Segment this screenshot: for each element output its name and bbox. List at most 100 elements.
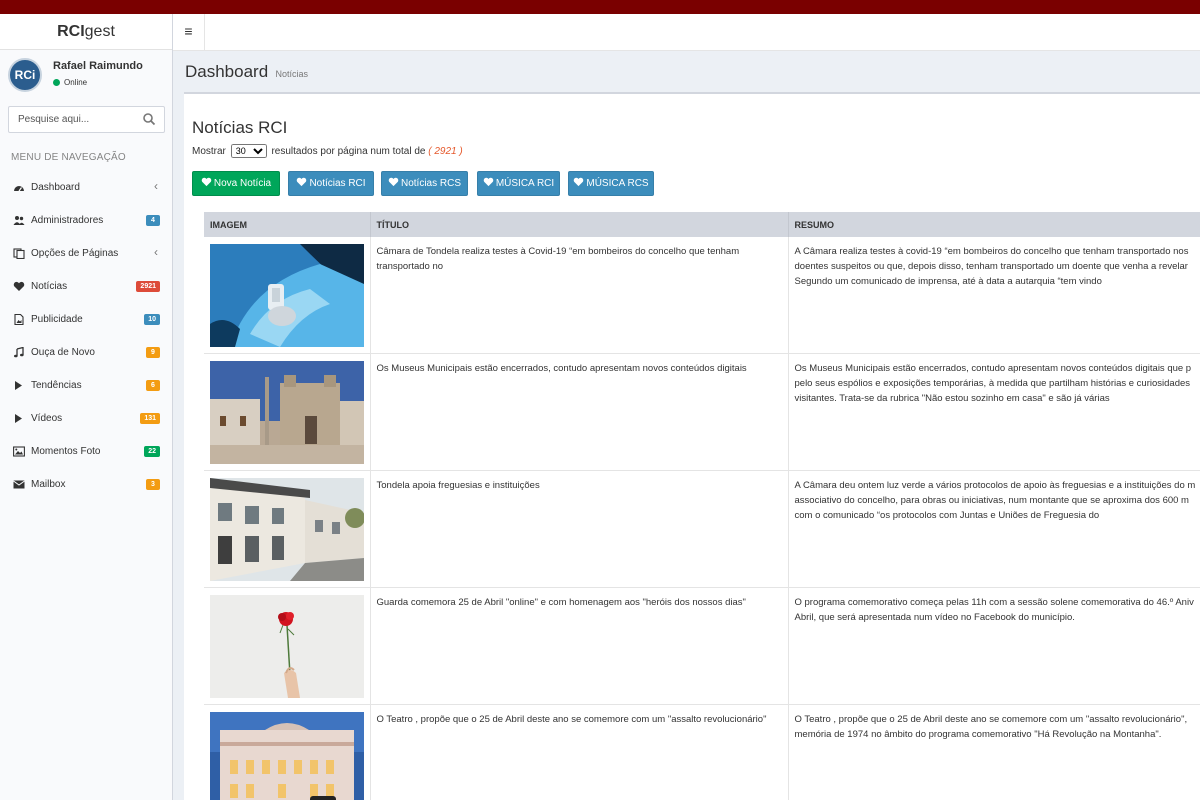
news-thumbnail[interactable] <box>210 244 364 347</box>
summary-line: O Teatro , propõe que o 25 de Abril dest… <box>794 714 1188 725</box>
count-badge: 6 <box>146 380 160 391</box>
musica-rcs-button[interactable]: MÚSICA RCS <box>568 171 654 196</box>
summary-line: Os Museus Municipais estão encerrados, c… <box>794 363 1192 374</box>
column-header-image[interactable]: IMAGEM <box>204 212 371 237</box>
count-badge: 131 <box>140 413 160 424</box>
sidebar-item-tendencias[interactable]: Tendências 6 <box>0 369 172 402</box>
chevron-left-icon: ‹ <box>154 245 158 259</box>
box-title: Notícias RCI <box>192 118 288 137</box>
sidebar-item-ouca-de-novo[interactable]: Ouça de Novo 9 <box>0 336 172 369</box>
sidebar-item-label: Dashboard <box>31 182 80 193</box>
search-icon[interactable] <box>142 112 156 126</box>
count-badge: 10 <box>144 314 160 325</box>
users-icon <box>13 215 25 226</box>
news-title[interactable]: Os Museus Municipais estão encerrados, c… <box>377 363 747 374</box>
sidebar-item-momentos-foto[interactable]: Momentos Foto 22 <box>0 435 172 468</box>
table-row[interactable]: Guarda comemora 25 de Abril "online" e c… <box>204 587 1200 705</box>
chevron-left-icon: ‹ <box>154 179 158 193</box>
title-cell[interactable]: Os Museus Municipais estão encerrados, c… <box>370 353 789 471</box>
dashboard-icon <box>13 182 25 193</box>
summary-line: com o comunicado “os protocolos com Junt… <box>794 510 1100 521</box>
summary-line: A Câmara realiza testes à covid-19 “em b… <box>794 246 1189 257</box>
per-page-select[interactable]: 30 <box>230 144 267 158</box>
table-row[interactable]: O Teatro , propõe que o 25 de Abril dest… <box>204 704 1200 800</box>
summary-line: memória de 1974 no âmbito do programa co… <box>794 729 1162 740</box>
search-input[interactable] <box>9 107 137 132</box>
play-icon <box>13 413 25 424</box>
title-cell[interactable]: Tondela apoia freguesias e instituições <box>370 470 789 588</box>
envelope-icon <box>13 479 25 490</box>
image-cell <box>204 470 371 588</box>
sidebar-item-label: Administradores <box>31 215 104 226</box>
image-cell <box>204 237 371 354</box>
musica-rci-button[interactable]: MÚSICA RCI <box>477 171 560 196</box>
music-icon <box>13 346 25 358</box>
noticias-rcs-button[interactable]: Notícias RCS <box>381 171 468 196</box>
summary-line: doentes suspeitos ou que, depois disso, … <box>794 261 1188 272</box>
sidebar-item-mailbox[interactable]: Mailbox 3 <box>0 468 172 501</box>
summary-line: associativo do concelho, para obras ou i… <box>794 495 1189 506</box>
summary-cell: O Teatro , propõe que o 25 de Abril dest… <box>788 704 1200 800</box>
table-row[interactable]: Câmara de Tondela realiza testes à Covid… <box>204 237 1200 354</box>
table-header-row: IMAGEM TÍTULO RESUMO <box>204 212 1200 237</box>
summary-cell: O programa comemorativo começa pelas 11h… <box>788 587 1200 705</box>
heart-icon <box>574 177 584 187</box>
noticias-rci-button[interactable]: Notícias RCI <box>288 171 374 196</box>
top-accent-bar <box>0 0 1200 14</box>
table-row[interactable]: Os Museus Municipais estão encerrados, c… <box>204 353 1200 471</box>
sidebar-item-noticias[interactable]: Notícias 2921 <box>0 270 172 303</box>
image-cell <box>204 704 371 800</box>
page-title: Dashboard <box>185 62 269 81</box>
news-title[interactable]: Câmara de Tondela realiza testes à Covid… <box>377 246 740 272</box>
page-length-control: Mostrar 30 resultados por página num tot… <box>192 144 463 158</box>
sidebar-item-label: Ouça de Novo <box>31 347 95 358</box>
play-icon <box>13 380 25 391</box>
nova-noticia-button[interactable]: Nova Notícia <box>192 171 280 196</box>
sidebar-item-dashboard[interactable]: Dashboard ‹ <box>0 171 172 204</box>
brand-logo[interactable]: RCIgest <box>0 14 172 50</box>
sidebar-item-videos[interactable]: Vídeos 131 <box>0 402 172 435</box>
total-count: ( 2921 ) <box>428 146 463 157</box>
news-title[interactable]: O Teatro , propõe que o 25 de Abril dest… <box>377 714 767 725</box>
news-title[interactable]: Tondela apoia freguesias e instituições <box>377 480 540 491</box>
heart-icon <box>297 177 307 187</box>
user-name: Rafael Raimundo <box>53 60 143 72</box>
sidebar-search <box>8 106 165 133</box>
sidebar-item-administradores[interactable]: Administradores 4 <box>0 204 172 237</box>
count-badge: 2921 <box>136 281 160 292</box>
count-badge: 3 <box>146 479 160 490</box>
image-cell <box>204 353 371 471</box>
news-thumbnail[interactable] <box>210 361 364 464</box>
pages-icon <box>13 248 25 260</box>
image-file-icon <box>13 313 25 326</box>
sidebar-item-label: Mailbox <box>31 479 66 490</box>
main-header: ≡ <box>173 14 1200 51</box>
news-thumbnail[interactable] <box>210 595 364 698</box>
summary-line: O programa comemorativo começa pelas 11h… <box>794 597 1194 608</box>
count-badge: 9 <box>146 347 160 358</box>
summary-cell: A Câmara realiza testes à covid-19 “em b… <box>788 237 1200 354</box>
sidebar-item-label: Opções de Páginas <box>31 248 119 259</box>
sidebar-item-label: Notícias <box>31 281 68 292</box>
news-box: Notícias RCI Mostrar 30 resultados por p… <box>184 92 1200 800</box>
page-subtitle: Notícias <box>275 69 309 79</box>
sidebar-item-label: Tendências <box>31 380 82 391</box>
picture-icon <box>13 446 25 457</box>
news-thumbnail[interactable] <box>210 478 364 581</box>
news-thumbnail[interactable] <box>210 712 364 800</box>
summary-line: A Câmara deu ontem luz verde a vários pr… <box>794 480 1196 491</box>
column-header-summary[interactable]: RESUMO <box>788 212 1200 237</box>
content-header: Dashboard Notícias <box>185 62 308 82</box>
sidebar-item-publicidade[interactable]: Publicidade 10 <box>0 303 172 336</box>
title-cell[interactable]: O Teatro , propõe que o 25 de Abril dest… <box>370 704 789 800</box>
column-header-title[interactable]: TÍTULO <box>370 212 789 237</box>
table-row[interactable]: Tondela apoia freguesias e instituições A… <box>204 470 1200 588</box>
title-cell[interactable]: Câmara de Tondela realiza testes à Covid… <box>370 237 789 354</box>
news-title[interactable]: Guarda comemora 25 de Abril "online" e c… <box>377 597 746 608</box>
sidebar-item-opcoes-de-paginas[interactable]: Opções de Páginas ‹ <box>0 237 172 270</box>
news-table: IMAGEM TÍTULO RESUMO Câmara de Tondela r… <box>204 212 1200 800</box>
sidebar-item-label: Momentos Foto <box>31 446 101 457</box>
summary-line: visitantes. Trata-se da rubrica "Não est… <box>794 393 1110 404</box>
title-cell[interactable]: Guarda comemora 25 de Abril "online" e c… <box>370 587 789 705</box>
menu-toggle-icon[interactable]: ≡ <box>173 14 205 51</box>
